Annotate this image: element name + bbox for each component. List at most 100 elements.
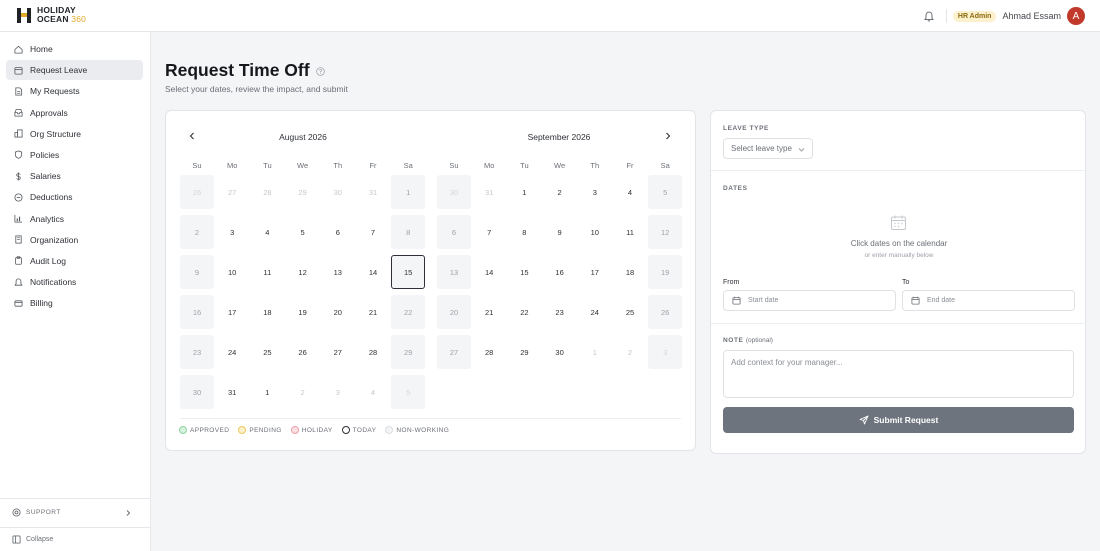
sidebar-item-audit-log[interactable]: Audit Log: [6, 251, 143, 271]
app-logo[interactable]: HOLIDAY OCEAN 360: [16, 6, 86, 24]
calendar-day[interactable]: 16: [543, 255, 577, 289]
calendar-day[interactable]: 17: [215, 295, 249, 329]
calendar-day[interactable]: 8: [391, 215, 426, 249]
calendar-day[interactable]: 25: [250, 335, 284, 369]
user-name[interactable]: Ahmad Essam: [1002, 11, 1061, 21]
sidebar-item-notifications[interactable]: Notifications: [6, 272, 143, 292]
leave-type-select[interactable]: Select leave type: [723, 138, 813, 159]
sidebar-item-label: Analytics: [30, 213, 65, 224]
calendar-day[interactable]: 28: [472, 335, 506, 369]
calendar-day[interactable]: 11: [250, 255, 284, 289]
sidebar-item-policies[interactable]: Policies: [6, 145, 143, 165]
calendar-day[interactable]: 29: [507, 335, 541, 369]
weekday-header: We: [554, 161, 566, 170]
calendar-day[interactable]: 10: [578, 215, 612, 249]
calendar-day[interactable]: 16: [180, 295, 214, 329]
help-icon[interactable]: [315, 67, 325, 76]
next-month-button[interactable]: [663, 131, 673, 141]
calendar-day[interactable]: 10: [215, 255, 249, 289]
calendar-day[interactable]: 22: [391, 295, 426, 329]
calendar-day[interactable]: 22: [507, 295, 541, 329]
calendar-day[interactable]: 6: [321, 215, 355, 249]
prev-month-button[interactable]: [187, 131, 197, 141]
calendar-day-today[interactable]: 15: [391, 255, 426, 289]
calendar-day[interactable]: 4: [250, 215, 284, 249]
sidebar-item-home[interactable]: Home: [6, 39, 143, 59]
calendar-day[interactable]: 11: [613, 215, 647, 249]
calendar-day[interactable]: 25: [613, 295, 647, 329]
calendar-day[interactable]: 27: [437, 335, 471, 369]
calendar-day[interactable]: 1: [507, 175, 541, 209]
calendar-day[interactable]: 3: [215, 215, 249, 249]
sidebar-item-approvals[interactable]: Approvals: [6, 103, 143, 123]
calendar-legend: APPROVED PENDING HOLIDAY TODAY NON-WORKING: [179, 426, 449, 434]
calendar-day[interactable]: 18: [250, 295, 284, 329]
calendar-day[interactable]: 29: [391, 335, 426, 369]
start-date-input[interactable]: Start date: [723, 290, 896, 311]
calendar-day[interactable]: 4: [613, 175, 647, 209]
calendar-day[interactable]: 6: [437, 215, 471, 249]
calendar-day[interactable]: 19: [286, 295, 320, 329]
sidebar-nav: Home Request Leave My Requests Approvals Org…: [6, 39, 143, 314]
role-badge: HR Admin: [952, 10, 997, 22]
calendar-day[interactable]: 13: [321, 255, 355, 289]
calendar-day[interactable]: 7: [472, 215, 506, 249]
calendar-day[interactable]: 28: [356, 335, 390, 369]
calendar-day[interactable]: 20: [437, 295, 471, 329]
sidebar-item-deductions[interactable]: Deductions: [6, 187, 143, 207]
note-textarea[interactable]: Add context for your manager...: [723, 350, 1074, 398]
calendar-day[interactable]: 24: [215, 335, 249, 369]
shield-icon: [14, 150, 23, 160]
calendar-day[interactable]: 23: [180, 335, 214, 369]
calendar-day[interactable]: 2: [543, 175, 577, 209]
clipboard-icon: [15, 256, 22, 266]
calendar-day[interactable]: 13: [437, 255, 471, 289]
legend-label: APPROVED: [190, 426, 230, 434]
calendar-day[interactable]: 5: [648, 175, 683, 209]
calendar-day[interactable]: 15: [507, 255, 541, 289]
calendar-day[interactable]: 7: [356, 215, 390, 249]
sidebar-item-billing[interactable]: Billing: [6, 293, 143, 313]
calendar-day[interactable]: 30: [180, 375, 214, 409]
calendar-day[interactable]: 26: [648, 295, 683, 329]
calendar-day[interactable]: 27: [321, 335, 355, 369]
end-date-input[interactable]: End date: [902, 290, 1075, 311]
calendar-day[interactable]: 12: [648, 215, 683, 249]
sidebar-item-my-requests[interactable]: My Requests: [6, 81, 143, 101]
calendar-day[interactable]: 14: [472, 255, 506, 289]
calendar-day[interactable]: 1: [391, 175, 426, 209]
calendar-day[interactable]: 3: [578, 175, 612, 209]
calendar-day[interactable]: 9: [180, 255, 214, 289]
calendar-day[interactable]: 31: [215, 375, 249, 409]
calendar-day[interactable]: 5: [286, 215, 320, 249]
calendar-day[interactable]: 20: [321, 295, 355, 329]
bell-icon[interactable]: [923, 10, 934, 22]
collapse-button[interactable]: Collapse: [0, 527, 151, 551]
calendar-day[interactable]: 18: [613, 255, 647, 289]
support-section[interactable]: SUPPORT: [0, 498, 151, 526]
calendar-day[interactable]: 2: [180, 215, 214, 249]
calendar-day[interactable]: 21: [472, 295, 506, 329]
calendar-day[interactable]: 24: [578, 295, 612, 329]
chevron-right-icon: [126, 510, 131, 516]
sidebar-item-analytics[interactable]: Analytics: [6, 209, 143, 229]
sidebar-item-org-structure[interactable]: Org Structure: [6, 124, 143, 144]
calendar-day[interactable]: 19: [648, 255, 683, 289]
calendar-day[interactable]: 26: [286, 335, 320, 369]
sidebar-item-salaries[interactable]: Salaries: [6, 166, 143, 186]
calendar-day: 29: [298, 187, 307, 197]
submit-request-button[interactable]: Submit Request: [723, 407, 1074, 433]
calendar-day[interactable]: 23: [543, 295, 577, 329]
calendar-day[interactable]: 1: [250, 375, 284, 409]
avatar[interactable]: A: [1067, 7, 1085, 25]
calendar-day[interactable]: 30: [543, 335, 577, 369]
calendar-day[interactable]: 21: [356, 295, 390, 329]
sidebar-item-request-leave[interactable]: Request Leave: [6, 60, 143, 81]
calendar-day[interactable]: 9: [543, 215, 577, 249]
sidebar-item-organization[interactable]: Organization: [6, 230, 143, 250]
to-label: To: [902, 279, 910, 286]
calendar-day[interactable]: 12: [286, 255, 320, 289]
calendar-day[interactable]: 17: [578, 255, 612, 289]
calendar-day[interactable]: 8: [507, 215, 541, 249]
calendar-day[interactable]: 14: [356, 255, 390, 289]
